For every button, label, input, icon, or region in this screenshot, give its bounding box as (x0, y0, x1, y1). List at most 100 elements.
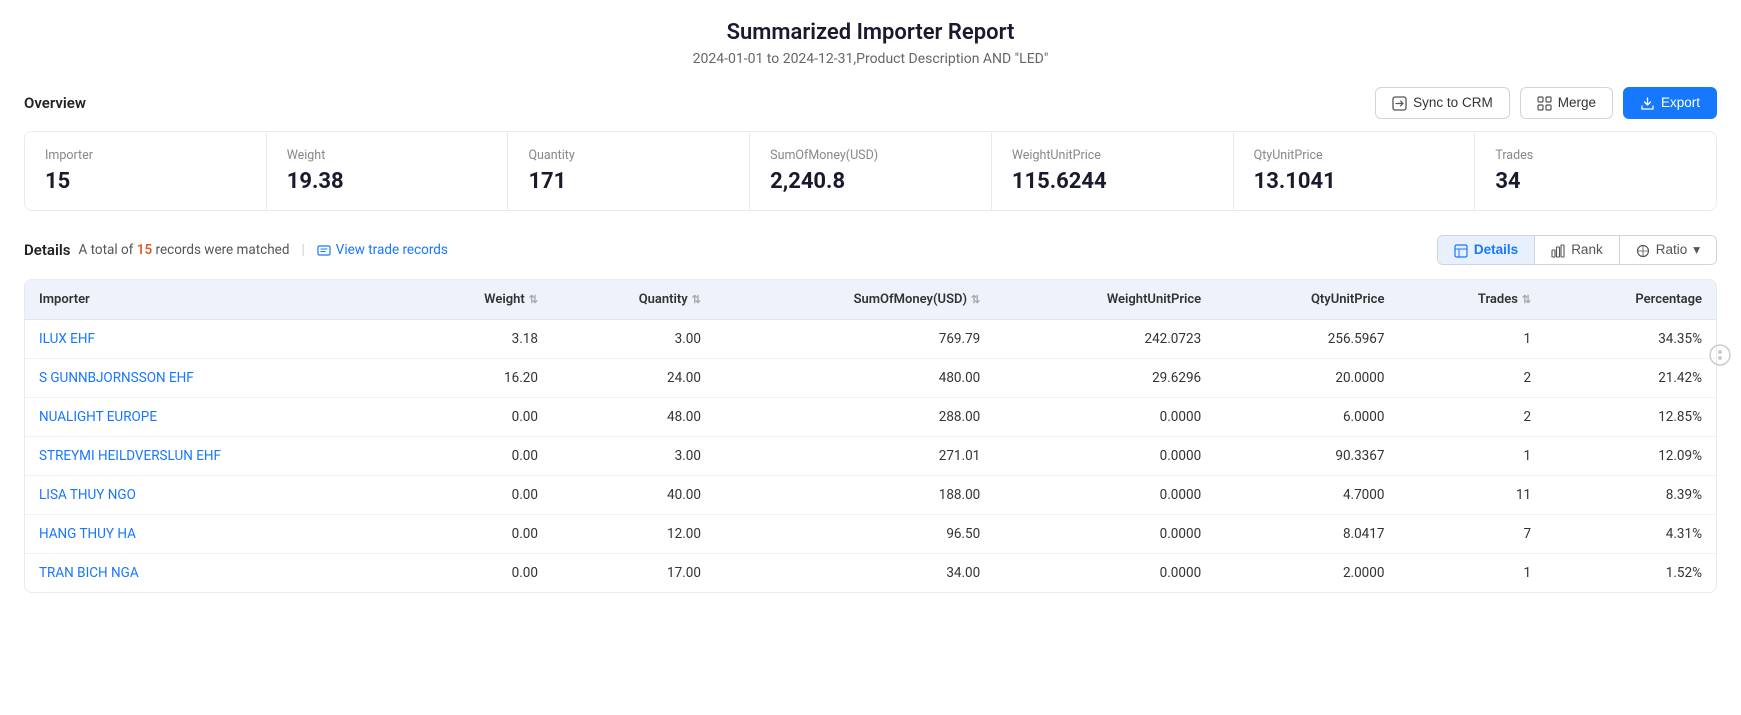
metrics-row: Importer 15 Weight 19.38 Quantity 171 Su… (24, 131, 1717, 211)
col-header-sum_of_money[interactable]: SumOfMoney(USD)⇅ (715, 280, 994, 320)
cell-sum_of_money: 188.00 (715, 475, 994, 514)
col-header-quantity[interactable]: Quantity⇅ (552, 280, 715, 320)
metric-label: QtyUnitPrice (1254, 148, 1455, 163)
cell-importer[interactable]: NUALIGHT EUROPE (25, 397, 404, 436)
view-trade-records-link[interactable]: View trade records (317, 242, 448, 258)
cell-qty_unit_price: 90.3367 (1215, 436, 1398, 475)
cell-trades: 11 (1398, 475, 1545, 514)
cell-trades: 2 (1398, 397, 1545, 436)
cell-sum_of_money: 96.50 (715, 514, 994, 553)
cell-qty_unit_price: 2.0000 (1215, 553, 1398, 592)
cell-quantity: 12.00 (552, 514, 715, 553)
tab-details[interactable]: Details (1438, 236, 1535, 264)
metric-card-weightunitprice: WeightUnitPrice 115.6244 (992, 132, 1234, 210)
chevron-down-icon: ▾ (1693, 242, 1700, 258)
cell-trades: 1 (1398, 319, 1545, 358)
col-header-qty_unit_price: QtyUnitPrice (1215, 280, 1398, 320)
export-label: Export (1661, 95, 1700, 110)
scroll-indicator (1709, 344, 1731, 372)
metric-card-sumofmoney-usd-: SumOfMoney(USD) 2,240.8 (750, 132, 992, 210)
table-row: TRAN BICH NGA0.0017.0034.000.00002.00001… (25, 553, 1716, 592)
col-header-trades[interactable]: Trades⇅ (1398, 280, 1545, 320)
cell-importer[interactable]: STREYMI HEILDVERSLUN EHF (25, 436, 404, 475)
sync-crm-button[interactable]: Sync to CRM (1375, 87, 1510, 119)
cell-percentage: 12.85% (1545, 397, 1716, 436)
cell-sum_of_money: 271.01 (715, 436, 994, 475)
tab-ratio-label: Ratio (1656, 242, 1688, 257)
cell-weight: 3.18 (404, 319, 552, 358)
page-subtitle: 2024-01-01 to 2024-12-31,Product Descrip… (24, 51, 1717, 67)
cell-weight: 0.00 (404, 475, 552, 514)
metric-value: 13.1041 (1254, 169, 1455, 194)
col-header-weight[interactable]: Weight⇅ (404, 280, 552, 320)
cell-qty_unit_price: 8.0417 (1215, 514, 1398, 553)
cell-trades: 2 (1398, 358, 1545, 397)
cell-importer[interactable]: HANG THUY HA (25, 514, 404, 553)
sync-crm-icon (1392, 95, 1407, 111)
cell-qty_unit_price: 4.7000 (1215, 475, 1398, 514)
view-records-icon (317, 242, 331, 258)
separator: | (301, 242, 304, 258)
cell-sum_of_money: 288.00 (715, 397, 994, 436)
metric-value: 19.38 (287, 169, 488, 194)
export-button[interactable]: Export (1623, 87, 1717, 119)
cell-weight_unit_price: 29.6296 (994, 358, 1215, 397)
table-row: NUALIGHT EUROPE0.0048.00288.000.00006.00… (25, 397, 1716, 436)
tab-rank-label: Rank (1571, 242, 1603, 257)
cell-trades: 1 (1398, 436, 1545, 475)
metric-label: Trades (1495, 148, 1696, 163)
metric-card-quantity: Quantity 171 (508, 132, 750, 210)
metric-label: Quantity (528, 148, 729, 163)
details-section-header: Details A total of 15 records were match… (24, 241, 448, 259)
table-row: LISA THUY NGO0.0040.00188.000.00004.7000… (25, 475, 1716, 514)
merge-button[interactable]: Merge (1520, 87, 1613, 119)
cell-quantity: 24.00 (552, 358, 715, 397)
cell-importer[interactable]: TRAN BICH NGA (25, 553, 404, 592)
cell-percentage: 4.31% (1545, 514, 1716, 553)
table-row: STREYMI HEILDVERSLUN EHF0.003.00271.010.… (25, 436, 1716, 475)
header-actions: Sync to CRM Merge (1375, 87, 1717, 119)
cell-sum_of_money: 769.79 (715, 319, 994, 358)
cell-weight_unit_price: 0.0000 (994, 397, 1215, 436)
tab-rank[interactable]: Rank (1535, 236, 1620, 264)
cell-weight_unit_price: 242.0723 (994, 319, 1215, 358)
view-link-label: View trade records (336, 242, 448, 258)
details-summary: A total of 15 records were matched (78, 242, 289, 258)
table-header-row: ImporterWeight⇅Quantity⇅SumOfMoney(USD)⇅… (25, 280, 1716, 320)
record-count: 15 (137, 242, 152, 258)
cell-qty_unit_price: 256.5967 (1215, 319, 1398, 358)
table-row: S GUNNBJORNSSON EHF16.2024.00480.0029.62… (25, 358, 1716, 397)
cell-importer[interactable]: ILUX EHF (25, 319, 404, 358)
export-icon (1640, 95, 1655, 111)
cell-weight_unit_price: 0.0000 (994, 475, 1215, 514)
details-label: Details (24, 241, 70, 259)
cell-weight: 0.00 (404, 436, 552, 475)
metric-value: 115.6244 (1012, 169, 1213, 194)
table-icon (1454, 242, 1468, 257)
metric-value: 2,240.8 (770, 169, 971, 194)
tab-ratio[interactable]: Ratio ▾ (1620, 236, 1716, 264)
cell-qty_unit_price: 20.0000 (1215, 358, 1398, 397)
cell-importer[interactable]: S GUNNBJORNSSON EHF (25, 358, 404, 397)
cell-weight: 0.00 (404, 514, 552, 553)
cell-percentage: 34.35% (1545, 319, 1716, 358)
metric-card-trades: Trades 34 (1475, 132, 1716, 210)
metric-card-qtyunitprice: QtyUnitPrice 13.1041 (1234, 132, 1476, 210)
cell-weight: 16.20 (404, 358, 552, 397)
metric-card-weight: Weight 19.38 (267, 132, 509, 210)
cell-trades: 1 (1398, 553, 1545, 592)
cell-importer[interactable]: LISA THUY NGO (25, 475, 404, 514)
metric-value: 171 (528, 169, 729, 194)
table-row: HANG THUY HA0.0012.0096.500.00008.041774… (25, 514, 1716, 553)
metric-label: WeightUnitPrice (1012, 148, 1213, 163)
cell-percentage: 21.42% (1545, 358, 1716, 397)
cell-percentage: 12.09% (1545, 436, 1716, 475)
page-title: Summarized Importer Report (24, 20, 1717, 45)
cell-weight_unit_price: 0.0000 (994, 514, 1215, 553)
cell-percentage: 8.39% (1545, 475, 1716, 514)
cell-trades: 7 (1398, 514, 1545, 553)
cell-quantity: 17.00 (552, 553, 715, 592)
cell-quantity: 48.00 (552, 397, 715, 436)
cell-qty_unit_price: 6.0000 (1215, 397, 1398, 436)
cell-percentage: 1.52% (1545, 553, 1716, 592)
